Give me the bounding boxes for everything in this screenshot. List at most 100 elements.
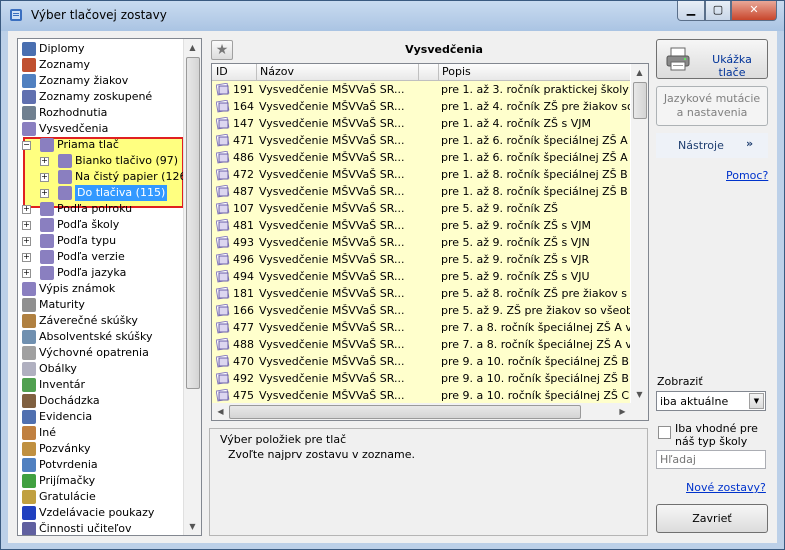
table-row[interactable]: 164 Vysvedčenie MŠVVaŠ SR... pre 1. až 4. … [212, 98, 630, 115]
grid-scroll-down-icon[interactable]: ▼ [631, 386, 648, 403]
tree-scrollbar[interactable]: ▲ ▼ [183, 39, 201, 535]
grades-icon [22, 282, 36, 296]
tree-item-label: Iné [39, 426, 56, 439]
cell-id: 471 [233, 134, 254, 147]
expand-icon[interactable]: + [40, 157, 49, 166]
language-settings-button[interactable]: Jazykové mutácie a nastavenia [656, 86, 768, 126]
chevron-down-icon[interactable]: ▼ [749, 393, 764, 409]
chevron-double-down-icon: » [746, 137, 754, 150]
table-row[interactable]: 475 Vysvedčenie MŠVVaŠ SR... pre 9. a 10. … [212, 387, 630, 404]
school-type-checkbox-label[interactable]: Iba vhodné pre náš typ školy [675, 422, 775, 448]
maximize-button[interactable]: ▢ [705, 1, 731, 21]
title-bar[interactable]: Výber tlačovej zostavy ▁ ▢ ✕ [1, 1, 784, 31]
grid-hscroll-thumb[interactable] [229, 405, 581, 419]
cell-name: Vysvedčenie MŠVVaŠ SR... [259, 202, 405, 215]
cell-desc: pre 1. až 3. ročník praktickej školy [441, 83, 629, 96]
show-filter-select[interactable]: iba aktuálne ▼ [656, 391, 766, 411]
cell-id: 191 [233, 83, 254, 96]
book-icon [22, 330, 36, 344]
cell-name: Vysvedčenie MŠVVaŠ SR... [259, 236, 405, 249]
table-row[interactable]: 493 Vysvedčenie MŠVVaŠ SR... pre 5. až 9. … [212, 234, 630, 251]
table-row[interactable]: 472 Vysvedčenie MŠVVaŠ SR... pre 1. až 8. … [212, 166, 630, 183]
tree-item-label: Podľa polroku [57, 202, 133, 215]
table-row[interactable]: 477 Vysvedčenie MŠVVaŠ SR... pre 7. a 8. r… [212, 319, 630, 336]
tree-item-label: Obálky [39, 362, 77, 375]
tree-item-label: Inventár [39, 378, 86, 391]
tools-expander[interactable]: Nástroje » [656, 133, 768, 158]
column-desc-header[interactable]: Popis [442, 65, 471, 78]
expand-icon[interactable]: + [22, 269, 31, 278]
show-filter-label: Zobraziť [657, 375, 703, 388]
scroll-up-arrow-icon[interactable]: ▲ [184, 39, 201, 56]
tools-label: Nástroje [678, 139, 724, 152]
close-window-button[interactable]: ✕ [731, 1, 777, 21]
cell-desc: pre 5. až 9. ročník ZŠ s VJR [441, 253, 590, 266]
grid-header: ID Názov Popis [212, 64, 630, 81]
search-input[interactable] [657, 451, 763, 468]
table-row[interactable]: 147 Vysvedčenie MŠVVaŠ SR... pre 1. až 4. … [212, 115, 630, 132]
table-row[interactable]: 494 Vysvedčenie MŠVVaŠ SR... pre 5. až 9. … [212, 268, 630, 285]
table-row[interactable]: 107 Vysvedčenie MŠVVaŠ SR... pre 5. až 9. … [212, 200, 630, 217]
cell-id: 492 [233, 372, 254, 385]
grid-scroll-right-icon[interactable]: ▶ [614, 403, 631, 420]
table-row[interactable]: 496 Vysvedčenie MŠVVaŠ SR... pre 5. až 9. … [212, 251, 630, 268]
report-grid[interactable]: ID Názov Popis 191 Vysvedčenie MŠVVaŠ SR.… [211, 63, 649, 421]
table-row[interactable]: 481 Vysvedčenie MŠVVaŠ SR... pre 5. až 9. … [212, 217, 630, 234]
grid-scroll-left-icon[interactable]: ◀ [212, 403, 229, 420]
cell-name: Vysvedčenie MŠVVaŠ SR... [259, 168, 405, 181]
print-preview-label: Ukážka tlače [712, 53, 752, 79]
scroll-down-arrow-icon[interactable]: ▼ [184, 518, 201, 535]
grid-vertical-scrollbar[interactable]: ▲ ▼ [631, 64, 648, 403]
table-row[interactable]: 191 Vysvedčenie MŠVVaŠ SR... pre 1. až 3. … [212, 81, 630, 98]
expand-icon[interactable]: + [22, 253, 31, 262]
table-row[interactable]: 492 Vysvedčenie MŠVVaŠ SR... pre 9. a 10. … [212, 370, 630, 387]
search-box[interactable] [656, 450, 766, 469]
report-category-tree[interactable]: Diplomy Zoznamy Zoznamy žiakov Zoznamy zosk… [17, 38, 202, 536]
tree-scroll-thumb[interactable] [186, 57, 200, 389]
table-row[interactable]: 166 Vysvedčenie MŠVVaŠ SR... pre 5. až 9. … [212, 302, 630, 319]
expand-icon[interactable]: + [22, 237, 31, 246]
cell-name: Vysvedčenie MŠVVaŠ SR... [259, 83, 405, 96]
grid-scroll-up-icon[interactable]: ▲ [631, 64, 648, 81]
cell-desc: pre 5. až 8. ročník ZŠ pre žiakov s [441, 287, 628, 300]
expand-icon[interactable]: + [22, 205, 31, 214]
expand-icon[interactable]: + [22, 221, 31, 230]
school-type-checkbox[interactable] [658, 426, 671, 439]
cell-desc: pre 5. až 9. ZŠ pre žiakov so všeob [441, 304, 630, 317]
report-selection-window: Výber tlačovej zostavy ▁ ▢ ✕ Diplomy Zozn… [0, 0, 785, 550]
new-reports-link[interactable]: Nové zostavy? [686, 481, 766, 494]
diploma-icon [22, 42, 36, 56]
column-id-header[interactable]: ID [216, 65, 228, 78]
grid-vscroll-thumb[interactable] [633, 82, 647, 119]
cell-desc: pre 5. až 9. ročník ZŠ s VJU [441, 270, 590, 283]
column-name-header[interactable]: Názov [260, 65, 294, 78]
attendance-icon [22, 394, 36, 408]
cell-desc: pre 5. až 9. ročník ZŠ [441, 202, 558, 215]
table-row[interactable]: 488 Vysvedčenie MŠVVaŠ SR... pre 7. a 8. r… [212, 336, 630, 353]
minimize-button[interactable]: ▁ [677, 1, 705, 21]
graduation-icon [22, 298, 36, 312]
expand-icon[interactable]: + [40, 173, 49, 182]
grid-horizontal-scrollbar[interactable]: ◀ ▶ [212, 403, 648, 420]
table-row[interactable]: 470 Vysvedčenie MŠVVaŠ SR... pre 9. a 10. … [212, 353, 630, 370]
cell-id: 147 [233, 117, 254, 130]
certificate-icon [216, 389, 230, 402]
table-row[interactable]: 181 Vysvedčenie MŠVVaŠ SR... pre 5. až 8. … [212, 285, 630, 302]
collapse-icon[interactable]: − [22, 141, 31, 150]
tree-item-label: Podľa školy [57, 218, 120, 231]
decision-icon [22, 106, 36, 120]
cell-desc: pre 1. až 4. ročník ZŠ s VJM [441, 117, 591, 130]
certificate-icon [216, 83, 230, 96]
certificate-icon [216, 185, 230, 198]
close-button[interactable]: Zavrieť [656, 504, 768, 533]
cell-name: Vysvedčenie MŠVVaŠ SR... [259, 219, 405, 232]
table-row[interactable]: 487 Vysvedčenie MŠVVaŠ SR... pre 1. až 8. … [212, 183, 630, 200]
favorite-star-icon[interactable]: ★ [211, 40, 233, 60]
expand-icon[interactable]: + [40, 189, 49, 198]
help-link[interactable]: Pomoc? [726, 169, 768, 182]
table-row[interactable]: 471 Vysvedčenie MŠVVaŠ SR... pre 1. až 6. … [212, 132, 630, 149]
table-row[interactable]: 486 Vysvedčenie MŠVVaŠ SR... pre 1. až 6. … [212, 149, 630, 166]
cell-name: Vysvedčenie MŠVVaŠ SR... [259, 134, 405, 147]
print-preview-button[interactable]: Ukážka tlače [656, 39, 768, 79]
certificate-icon [58, 186, 72, 200]
